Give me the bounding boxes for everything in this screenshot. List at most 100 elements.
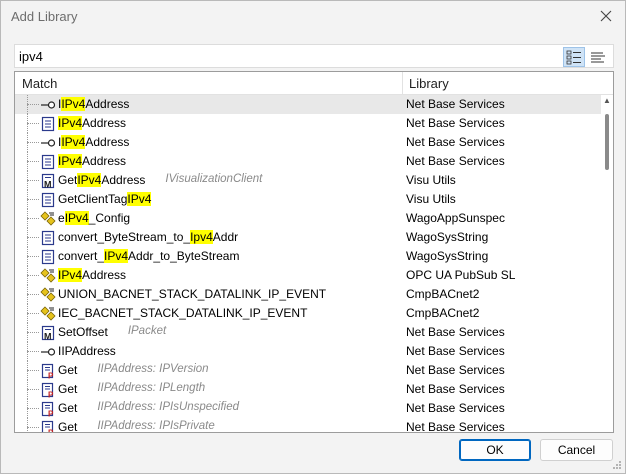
list-header: Match Library — [15, 72, 613, 95]
match-name-prefix: convert_ByteStream_to_ — [58, 230, 191, 244]
match-name-prefix: SetOffset — [58, 325, 108, 339]
column-header-match[interactable]: Match — [22, 76, 57, 91]
svg-text:M: M — [44, 332, 52, 342]
result-row[interactable]: P Get IIPAddress: IPIsPrivate Net Base Serv… — [15, 418, 601, 434]
match-name-suffix: _Config — [88, 211, 131, 225]
scroll-thumb[interactable] — [605, 114, 609, 170]
result-row[interactable]: IIPv4Address Net Base Services — [15, 133, 601, 152]
match-name-suffix: Address — [101, 173, 146, 187]
result-row[interactable]: IPv4Address Net Base Services — [15, 114, 601, 133]
match-name: convert_ByteStream_to_Ipv4Addr — [58, 230, 238, 244]
match-highlight: IPv4 — [64, 211, 89, 225]
match-name-prefix: UNION_BACNET_STACK_DATALINK_IP_EVENT — [58, 287, 327, 301]
match-name: SetOffset — [58, 325, 108, 339]
list-view-button[interactable] — [587, 47, 609, 67]
tree-connector — [27, 418, 41, 432]
library-name: Net Base Services — [406, 97, 505, 111]
scroll-up-icon[interactable]: ▲ — [603, 97, 611, 105]
match-name: Get — [58, 420, 77, 432]
tree-connector — [27, 114, 41, 133]
tree-connector — [27, 399, 41, 418]
property-icon: P — [40, 382, 56, 398]
result-row[interactable]: UNION_BACNET_STACK_DATALINK_IP_EVENT CmpB… — [15, 285, 601, 304]
result-row[interactable]: P Get IIPAddress: IPVersion Net Base Servic… — [15, 361, 601, 380]
match-name-suffix: Address — [85, 97, 130, 111]
library-name: Net Base Services — [406, 420, 505, 433]
search-box[interactable] — [14, 44, 614, 68]
document-icon — [40, 249, 56, 265]
match-name-prefix: Get — [58, 363, 78, 377]
library-name: Net Base Services — [406, 363, 505, 377]
enum-icon — [40, 306, 56, 322]
match-name: IIPAddress — [58, 344, 116, 358]
enum-icon — [40, 287, 56, 303]
result-row[interactable]: eIPv4_Config WagoAppSunspec — [15, 209, 601, 228]
cancel-button[interactable]: Cancel — [540, 439, 613, 461]
category-view-button[interactable] — [563, 47, 585, 67]
title-bar: Add Library — [1, 1, 625, 33]
match-highlight: Ipv4 — [190, 230, 213, 244]
enum-icon — [40, 211, 56, 227]
match-name: Get — [58, 382, 77, 396]
match-name-prefix: GetClientTag — [58, 192, 128, 206]
match-name-prefix: convert_ — [58, 249, 105, 263]
result-row[interactable]: IIPAddress Net Base Services — [15, 342, 601, 361]
library-name: Net Base Services — [406, 382, 505, 396]
match-context: IPacket — [127, 325, 167, 337]
result-row[interactable]: convert_IPv4Addr_to_ByteStream WagoSysStr… — [15, 247, 601, 266]
match-name: Get — [58, 401, 77, 415]
document-icon — [40, 116, 56, 132]
match-name: IPv4Address — [58, 268, 126, 282]
method-icon: M — [40, 173, 56, 189]
interface-icon — [40, 135, 56, 151]
svg-text:P: P — [48, 429, 54, 434]
tree-connector — [27, 190, 41, 209]
match-name-prefix: Get — [58, 382, 78, 396]
match-name: IIPv4Address — [58, 97, 129, 111]
document-icon — [40, 154, 56, 170]
result-row[interactable]: P Get IIPAddress: IPLength Net Base Service… — [15, 380, 601, 399]
match-name-prefix: Get — [58, 401, 78, 415]
result-row[interactable]: IIPv4Address Net Base Services — [15, 95, 601, 114]
match-name: IPv4Address — [58, 116, 126, 130]
match-highlight: IPv4 — [61, 135, 86, 149]
vertical-scrollbar[interactable]: ▲ — [601, 95, 613, 432]
window-title: Add Library — [11, 9, 78, 24]
resize-grip-icon[interactable] — [612, 460, 622, 470]
library-name: Net Base Services — [406, 116, 505, 130]
result-row[interactable]: IPv4Address OPC UA PubSub SL — [15, 266, 601, 285]
match-context: IIPAddress: IPIsPrivate — [97, 420, 215, 432]
result-row[interactable]: IPv4Address Net Base Services — [15, 152, 601, 171]
close-icon[interactable] — [597, 7, 615, 25]
result-row[interactable]: M GetIPv4Address IVisualizationClient Visu … — [15, 171, 601, 190]
result-row[interactable]: P Get IIPAddress: IPIsUnspecified Net Base … — [15, 399, 601, 418]
tree-connector — [27, 133, 41, 152]
result-row[interactable]: IEC_BACNET_STACK_DATALINK_IP_EVENT CmpBAC… — [15, 304, 601, 323]
column-separator[interactable] — [402, 72, 403, 94]
result-row[interactable]: convert_ByteStream_to_Ipv4Addr WagoSysStr… — [15, 228, 601, 247]
enum-icon — [40, 268, 56, 284]
match-name: IEC_BACNET_STACK_DATALINK_IP_EVENT — [58, 306, 307, 320]
search-input[interactable] — [19, 48, 539, 64]
result-rows: IIPv4Address Net Base Services IPv4Address… — [15, 95, 601, 434]
library-name: Net Base Services — [406, 154, 505, 168]
tree-connector — [27, 323, 41, 342]
svg-text:P: P — [48, 410, 54, 418]
match-name-suffix: Address — [82, 116, 127, 130]
svg-text:M: M — [44, 180, 52, 190]
property-icon: P — [40, 363, 56, 379]
match-name: IPv4Address — [58, 154, 126, 168]
ok-button[interactable]: OK — [459, 439, 531, 461]
method-icon: M — [40, 325, 56, 341]
result-row[interactable]: M SetOffset IPacket Net Base Services — [15, 323, 601, 342]
tree-connector — [27, 228, 41, 247]
interface-icon — [40, 97, 56, 113]
result-row[interactable]: GetClientTagIPv4 Visu Utils — [15, 190, 601, 209]
match-highlight: IPv4 — [61, 97, 86, 111]
library-name: CmpBACnet2 — [406, 287, 480, 301]
library-name: WagoSysString — [406, 230, 489, 244]
column-header-library[interactable]: Library — [409, 76, 449, 91]
match-name-prefix: IEC_BACNET_STACK_DATALINK_IP_EVENT — [58, 306, 308, 320]
match-highlight: IPv4 — [127, 192, 152, 206]
add-library-dialog: Add Library Mat — [0, 0, 626, 474]
